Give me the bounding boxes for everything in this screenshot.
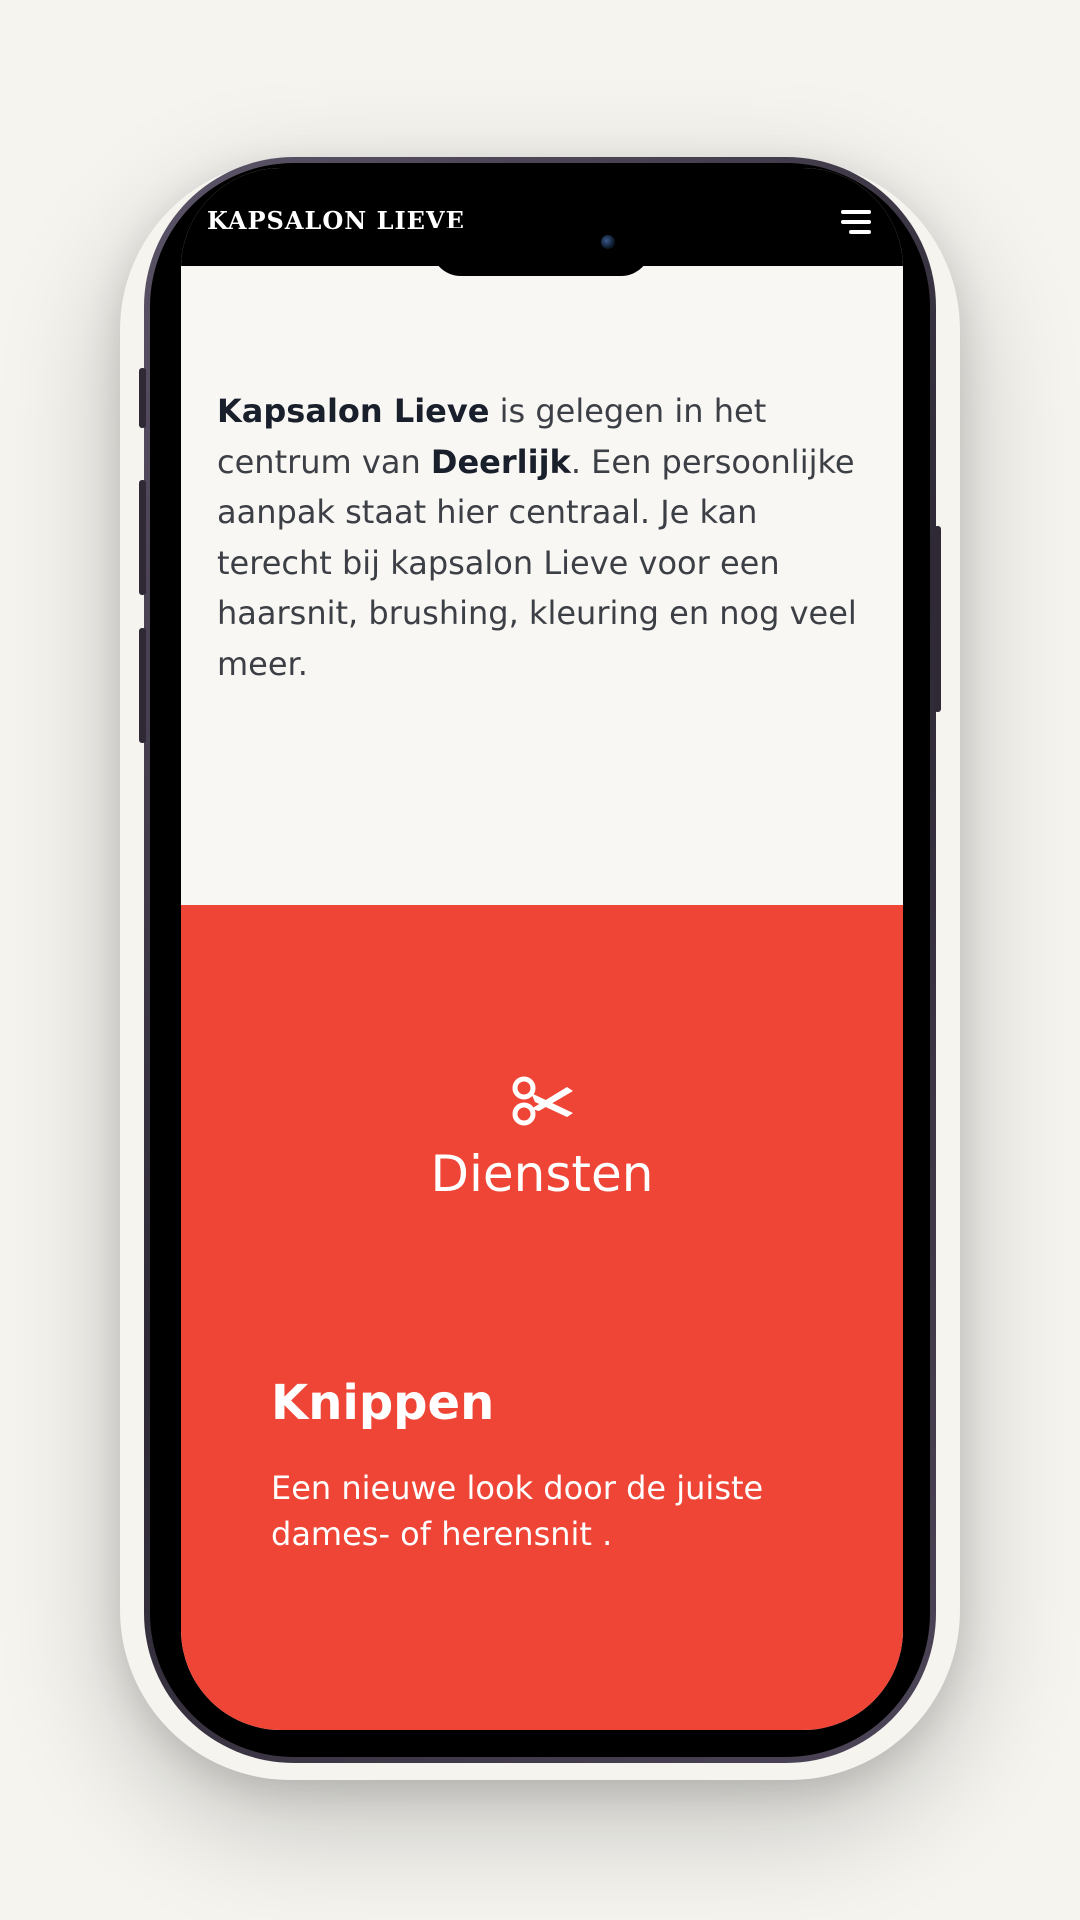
power-button	[934, 526, 941, 712]
hamburger-menu-icon[interactable]	[841, 210, 871, 236]
mute-switch	[139, 368, 146, 428]
intro-paragraph: Kapsalon Lieve is gelegen in het centrum…	[217, 386, 867, 689]
front-camera	[601, 235, 615, 249]
service-title: Knippen	[271, 1375, 495, 1431]
dynamic-island	[431, 228, 651, 276]
volume-down-button	[139, 628, 146, 743]
volume-up-button	[139, 480, 146, 595]
salon-name: Kapsalon Lieve	[217, 392, 490, 430]
service-description: Een nieuwe look door de juiste dames- of…	[271, 1469, 764, 1553]
phone-screen: KAPSALON LIEVE Kapsalon Lieve is gelegen…	[181, 168, 903, 1730]
services-section: Diensten Knippen Een nieuwe look door de…	[181, 905, 903, 1730]
site-logo[interactable]: KAPSALON LIEVE	[207, 206, 465, 235]
town-name: Deerlijk	[430, 442, 571, 481]
scissors-icon	[512, 1076, 573, 1126]
services-title: Diensten	[430, 1145, 654, 1203]
